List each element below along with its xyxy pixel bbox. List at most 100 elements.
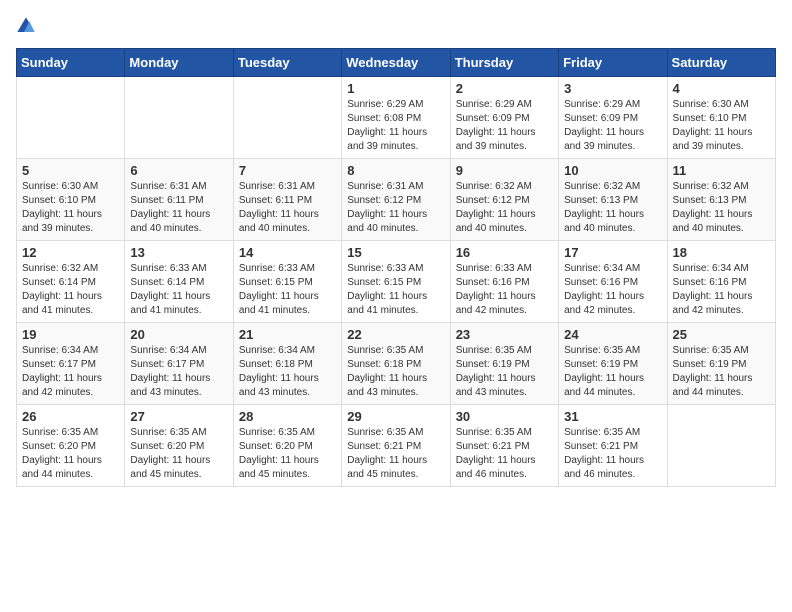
- day-info: Sunrise: 6:35 AM Sunset: 6:20 PM Dayligh…: [239, 426, 336, 482]
- day-number: 6: [130, 163, 227, 178]
- calendar-table: SundayMondayTuesdayWednesdayThursdayFrid…: [16, 48, 776, 487]
- calendar-cell: 14 Sunrise: 6:33 AM Sunset: 6:15 PM Dayli…: [233, 241, 341, 323]
- day-info: Sunrise: 6:35 AM Sunset: 6:19 PM Dayligh…: [456, 344, 553, 400]
- calendar-cell: [17, 77, 125, 159]
- calendar-week-row: 26 Sunrise: 6:35 AM Sunset: 6:20 PM Dayli…: [17, 405, 776, 487]
- logo-icon: [16, 16, 36, 36]
- day-number: 17: [564, 245, 661, 260]
- day-number: 13: [130, 245, 227, 260]
- day-number: 29: [347, 409, 444, 424]
- day-number: 5: [22, 163, 119, 178]
- calendar-cell: 17 Sunrise: 6:34 AM Sunset: 6:16 PM Dayli…: [559, 241, 667, 323]
- calendar-cell: 2 Sunrise: 6:29 AM Sunset: 6:09 PM Daylig…: [450, 77, 558, 159]
- weekday-header: Monday: [125, 49, 233, 77]
- calendar-cell: 30 Sunrise: 6:35 AM Sunset: 6:21 PM Dayli…: [450, 405, 558, 487]
- day-info: Sunrise: 6:32 AM Sunset: 6:12 PM Dayligh…: [456, 180, 553, 236]
- weekday-header-row: SundayMondayTuesdayWednesdayThursdayFrid…: [17, 49, 776, 77]
- weekday-header: Wednesday: [342, 49, 450, 77]
- calendar-week-row: 19Sunrise: 6:34 AM Sunset: 6:17 PM Dayli…: [17, 323, 776, 405]
- calendar-cell: [667, 405, 775, 487]
- calendar-cell: 15 Sunrise: 6:33 AM Sunset: 6:15 PM Dayli…: [342, 241, 450, 323]
- day-number: 30: [456, 409, 553, 424]
- day-info: Sunrise: 6:29 AM Sunset: 6:09 PM Dayligh…: [564, 98, 661, 154]
- day-number: 14: [239, 245, 336, 260]
- calendar-cell: 13 Sunrise: 6:33 AM Sunset: 6:14 PM Dayli…: [125, 241, 233, 323]
- calendar-cell: 26 Sunrise: 6:35 AM Sunset: 6:20 PM Dayli…: [17, 405, 125, 487]
- day-number: 9: [456, 163, 553, 178]
- day-info: Sunrise: 6:31 AM Sunset: 6:11 PM Dayligh…: [130, 180, 227, 236]
- day-info: Sunrise: 6:34 AM Sunset: 6:18 PM Dayligh…: [239, 344, 336, 400]
- weekday-header: Sunday: [17, 49, 125, 77]
- calendar-cell: 10 Sunrise: 6:32 AM Sunset: 6:13 PM Dayli…: [559, 159, 667, 241]
- day-number: 4: [673, 81, 770, 96]
- day-number: 12: [22, 245, 119, 260]
- day-info: Sunrise: 6:35 AM Sunset: 6:20 PM Dayligh…: [22, 426, 119, 482]
- day-number: 23: [456, 327, 553, 342]
- day-number: 21: [239, 327, 336, 342]
- calendar-cell: 16 Sunrise: 6:33 AM Sunset: 6:16 PM Dayli…: [450, 241, 558, 323]
- weekday-header: Friday: [559, 49, 667, 77]
- day-info: Sunrise: 6:34 AM Sunset: 6:17 PM Dayligh…: [22, 344, 119, 400]
- day-number: 7: [239, 163, 336, 178]
- calendar-cell: 25 Sunrise: 6:35 AM Sunset: 6:19 PM Dayli…: [667, 323, 775, 405]
- calendar-cell: 23 Sunrise: 6:35 AM Sunset: 6:19 PM Dayli…: [450, 323, 558, 405]
- weekday-header: Tuesday: [233, 49, 341, 77]
- calendar-cell: 1 Sunrise: 6:29 AM Sunset: 6:08 PM Daylig…: [342, 77, 450, 159]
- day-info: Sunrise: 6:32 AM Sunset: 6:13 PM Dayligh…: [564, 180, 661, 236]
- calendar-cell: 6 Sunrise: 6:31 AM Sunset: 6:11 PM Daylig…: [125, 159, 233, 241]
- calendar-cell: 19Sunrise: 6:34 AM Sunset: 6:17 PM Dayli…: [17, 323, 125, 405]
- calendar-cell: [233, 77, 341, 159]
- day-info: Sunrise: 6:35 AM Sunset: 6:21 PM Dayligh…: [347, 426, 444, 482]
- day-info: Sunrise: 6:32 AM Sunset: 6:14 PM Dayligh…: [22, 262, 119, 318]
- calendar-cell: 7 Sunrise: 6:31 AM Sunset: 6:11 PM Daylig…: [233, 159, 341, 241]
- day-info: Sunrise: 6:34 AM Sunset: 6:17 PM Dayligh…: [130, 344, 227, 400]
- calendar-cell: 21 Sunrise: 6:34 AM Sunset: 6:18 PM Dayli…: [233, 323, 341, 405]
- calendar-cell: 4Sunrise: 6:30 AM Sunset: 6:10 PM Daylig…: [667, 77, 775, 159]
- day-info: Sunrise: 6:33 AM Sunset: 6:16 PM Dayligh…: [456, 262, 553, 318]
- calendar-cell: 11 Sunrise: 6:32 AM Sunset: 6:13 PM Dayli…: [667, 159, 775, 241]
- day-number: 2: [456, 81, 553, 96]
- day-number: 10: [564, 163, 661, 178]
- day-info: Sunrise: 6:33 AM Sunset: 6:14 PM Dayligh…: [130, 262, 227, 318]
- day-number: 25: [673, 327, 770, 342]
- calendar-cell: 12 Sunrise: 6:32 AM Sunset: 6:14 PM Dayli…: [17, 241, 125, 323]
- calendar-cell: 9 Sunrise: 6:32 AM Sunset: 6:12 PM Daylig…: [450, 159, 558, 241]
- day-info: Sunrise: 6:30 AM Sunset: 6:10 PM Dayligh…: [22, 180, 119, 236]
- calendar-cell: 27 Sunrise: 6:35 AM Sunset: 6:20 PM Dayli…: [125, 405, 233, 487]
- weekday-header: Saturday: [667, 49, 775, 77]
- calendar-cell: 5 Sunrise: 6:30 AM Sunset: 6:10 PM Daylig…: [17, 159, 125, 241]
- day-info: Sunrise: 6:33 AM Sunset: 6:15 PM Dayligh…: [347, 262, 444, 318]
- day-info: Sunrise: 6:29 AM Sunset: 6:08 PM Dayligh…: [347, 98, 444, 154]
- day-number: 15: [347, 245, 444, 260]
- calendar-week-row: 5 Sunrise: 6:30 AM Sunset: 6:10 PM Daylig…: [17, 159, 776, 241]
- day-info: Sunrise: 6:31 AM Sunset: 6:11 PM Dayligh…: [239, 180, 336, 236]
- day-info: Sunrise: 6:29 AM Sunset: 6:09 PM Dayligh…: [456, 98, 553, 154]
- day-info: Sunrise: 6:34 AM Sunset: 6:16 PM Dayligh…: [564, 262, 661, 318]
- day-number: 31: [564, 409, 661, 424]
- day-info: Sunrise: 6:35 AM Sunset: 6:19 PM Dayligh…: [673, 344, 770, 400]
- day-number: 27: [130, 409, 227, 424]
- day-number: 24: [564, 327, 661, 342]
- calendar-cell: 24Sunrise: 6:35 AM Sunset: 6:19 PM Dayli…: [559, 323, 667, 405]
- day-number: 18: [673, 245, 770, 260]
- day-number: 22: [347, 327, 444, 342]
- calendar-cell: 3Sunrise: 6:29 AM Sunset: 6:09 PM Daylig…: [559, 77, 667, 159]
- day-number: 20: [130, 327, 227, 342]
- day-info: Sunrise: 6:35 AM Sunset: 6:18 PM Dayligh…: [347, 344, 444, 400]
- day-number: 1: [347, 81, 444, 96]
- day-info: Sunrise: 6:35 AM Sunset: 6:20 PM Dayligh…: [130, 426, 227, 482]
- day-info: Sunrise: 6:33 AM Sunset: 6:15 PM Dayligh…: [239, 262, 336, 318]
- day-number: 26: [22, 409, 119, 424]
- day-info: Sunrise: 6:32 AM Sunset: 6:13 PM Dayligh…: [673, 180, 770, 236]
- weekday-header: Thursday: [450, 49, 558, 77]
- day-info: Sunrise: 6:35 AM Sunset: 6:21 PM Dayligh…: [456, 426, 553, 482]
- logo: [16, 16, 40, 36]
- day-number: 11: [673, 163, 770, 178]
- calendar-cell: 18Sunrise: 6:34 AM Sunset: 6:16 PM Dayli…: [667, 241, 775, 323]
- page-header: [16, 16, 776, 36]
- calendar-cell: 28Sunrise: 6:35 AM Sunset: 6:20 PM Dayli…: [233, 405, 341, 487]
- calendar-cell: 29 Sunrise: 6:35 AM Sunset: 6:21 PM Dayli…: [342, 405, 450, 487]
- calendar-cell: [125, 77, 233, 159]
- calendar-cell: 8Sunrise: 6:31 AM Sunset: 6:12 PM Daylig…: [342, 159, 450, 241]
- day-number: 16: [456, 245, 553, 260]
